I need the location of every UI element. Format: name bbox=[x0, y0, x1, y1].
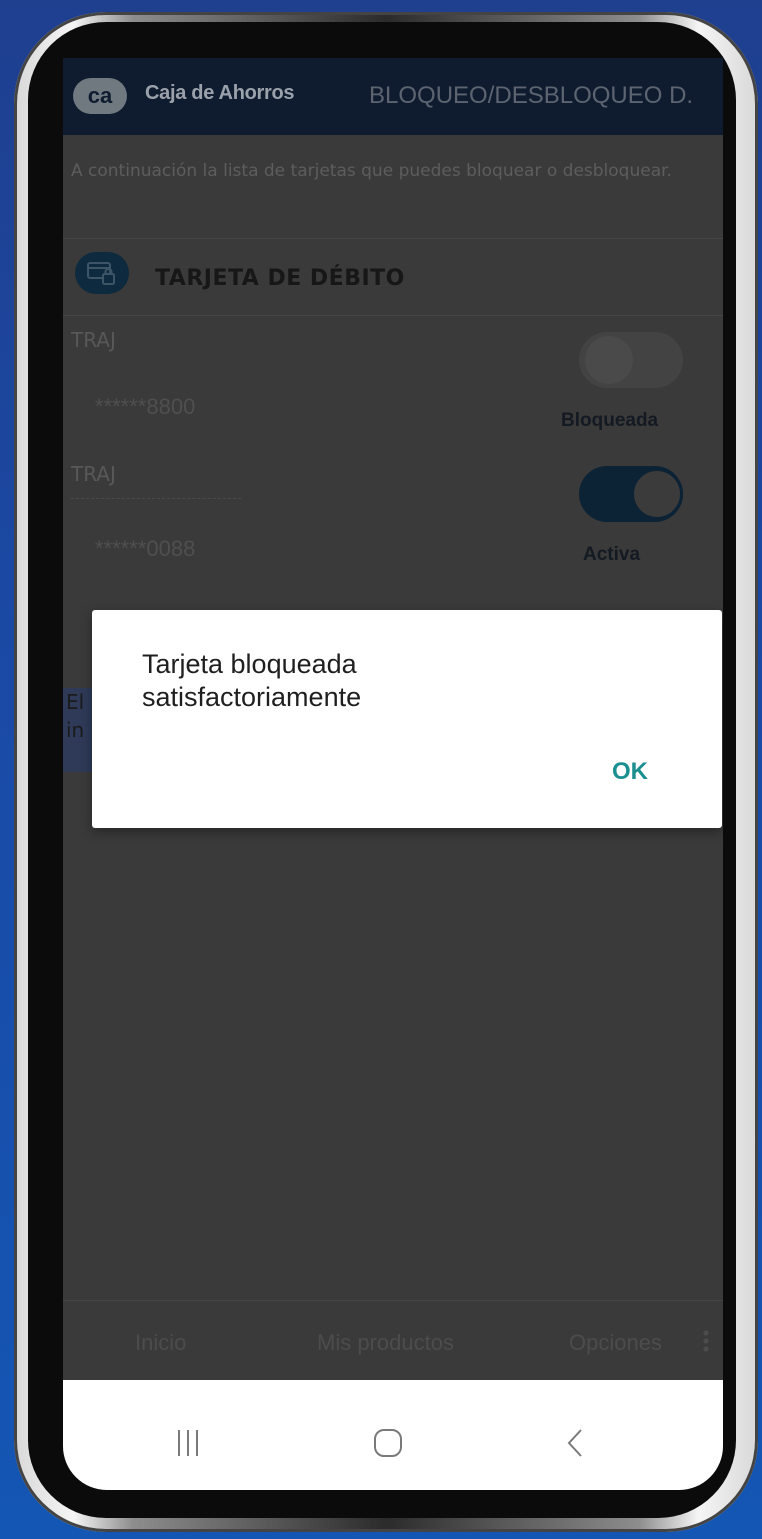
card-toggle-blocked[interactable] bbox=[579, 332, 683, 388]
brand-logo: ca bbox=[73, 78, 127, 114]
info-note-line: El bbox=[66, 690, 85, 714]
toggle-knob bbox=[631, 468, 683, 520]
more-vertical-icon[interactable] bbox=[703, 1328, 709, 1354]
tab-opciones[interactable]: Opciones bbox=[569, 1330, 662, 1356]
tab-inicio[interactable]: Inicio bbox=[135, 1330, 186, 1356]
divider bbox=[71, 498, 241, 499]
recents-icon[interactable] bbox=[175, 1428, 201, 1458]
back-icon[interactable] bbox=[565, 1428, 585, 1458]
card-label: TRAJ bbox=[71, 462, 116, 486]
info-note-line: in bbox=[66, 718, 85, 742]
card-status: Bloqueada bbox=[561, 410, 659, 431]
tab-mis-productos[interactable]: Mis productos bbox=[317, 1330, 454, 1356]
confirmation-dialog: Tarjeta bloqueada satisfactoriamente OK bbox=[92, 610, 722, 828]
page-title: BLOQUEO/DESBLOQUEO D. bbox=[369, 82, 694, 109]
intro-text: A continuación la lista de tarjetas que … bbox=[71, 161, 672, 181]
brand-name: Caja de Ahorros bbox=[145, 82, 295, 104]
card-toggle-active[interactable] bbox=[579, 466, 683, 522]
dialog-message: Tarjeta bloqueada satisfactoriamente bbox=[142, 649, 362, 712]
system-nav-bar bbox=[63, 1380, 723, 1490]
section-title: TARJETA DE DÉBITO bbox=[155, 266, 405, 291]
card-number: ******8800 bbox=[95, 394, 196, 419]
app-header: ca Caja de Ahorros BLOQUEO/DESBLOQUEO D. bbox=[63, 58, 723, 135]
card-label: TRAJ bbox=[71, 328, 116, 352]
card-lock-icon bbox=[75, 252, 129, 294]
info-note: El in bbox=[63, 688, 93, 772]
toggle-knob bbox=[585, 336, 633, 384]
ok-button[interactable]: OK bbox=[612, 758, 648, 786]
app-screen: ca Caja de Ahorros BLOQUEO/DESBLOQUEO D.… bbox=[63, 58, 723, 1490]
card-number: ******0088 bbox=[95, 536, 196, 561]
card-status: Activa bbox=[583, 544, 641, 565]
home-icon[interactable] bbox=[373, 1428, 403, 1458]
